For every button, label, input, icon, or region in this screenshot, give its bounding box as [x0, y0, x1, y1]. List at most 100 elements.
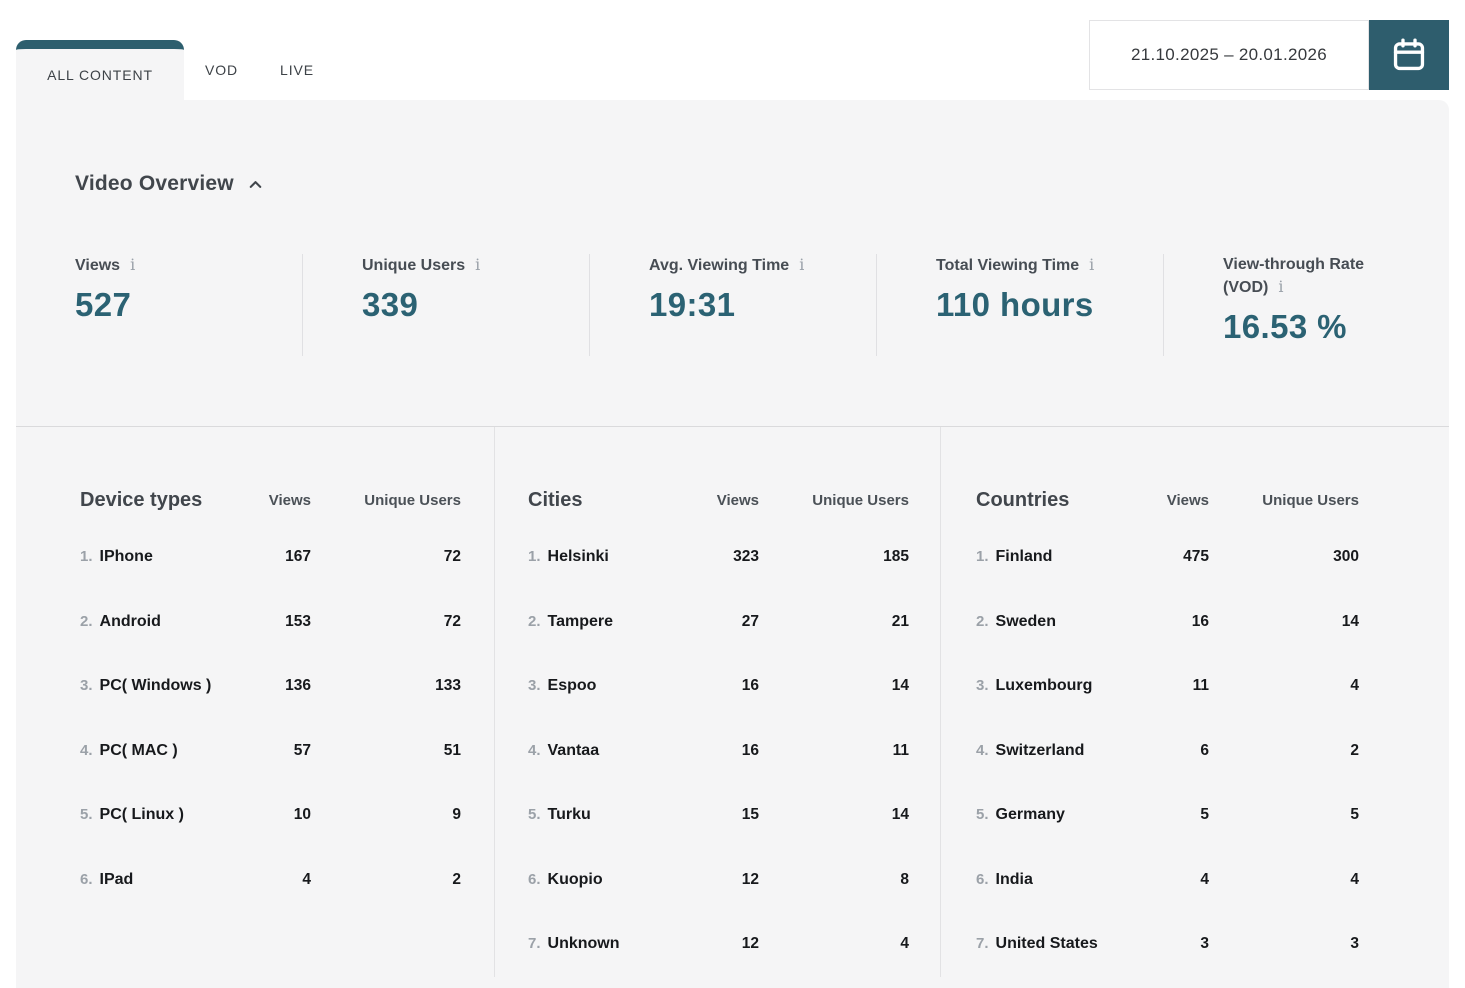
table-header: Device types Views Unique Users [80, 487, 461, 513]
row-name: Sweden [996, 613, 1056, 630]
row-name: Kuopio [548, 871, 603, 888]
row-name: IPhone [100, 548, 153, 565]
row-rank: 5. [528, 806, 541, 823]
row-name: Android [100, 613, 161, 630]
row-unique-users: 21 [759, 613, 909, 631]
row-unique-users: 51 [311, 742, 461, 760]
table-rows: 1.Finland 475 300 2.Sweden 16 14 3.Luxem… [976, 525, 1359, 977]
stats-row: Viewsi 527 Unique Usersi 339 Avg. Viewin… [75, 254, 1449, 426]
tab-all-content[interactable]: ALL CONTENT [16, 40, 184, 100]
row-name: Tampere [548, 613, 614, 630]
stat-label: View-through Rate (VOD) [1223, 256, 1364, 296]
table-row: 4.Switzerland 6 2 [976, 719, 1359, 784]
row-rank: 4. [528, 742, 541, 759]
row-unique-users: 5 [1209, 806, 1359, 824]
table-row: 2.Sweden 16 14 [976, 590, 1359, 655]
row-unique-users: 11 [759, 742, 909, 760]
info-icon[interactable]: i [799, 254, 804, 276]
table-row: 3.Espoo 16 14 [528, 654, 909, 719]
row-unique-users: 9 [311, 806, 461, 824]
stat-value: 110 hours [936, 286, 1163, 324]
row-rank: 2. [528, 613, 541, 630]
row-views: 5 [1112, 806, 1209, 824]
info-icon[interactable]: i [130, 254, 135, 276]
section-title: Video Overview [75, 172, 234, 196]
top-bar: ALL CONTENT VOD LIVE 21.10.2025 – 20.01.… [16, 0, 1449, 100]
stat-value: 16.53 % [1223, 308, 1449, 346]
row-views: 27 [662, 613, 759, 631]
row-name: Switzerland [996, 742, 1085, 759]
table-row: 2. Tampere 27 21 [528, 590, 909, 655]
calendar-icon [1390, 36, 1428, 74]
row-views: 136 [214, 677, 311, 695]
row-views: 16 [1112, 613, 1209, 631]
row-unique-users: 8 [759, 871, 909, 889]
table-rows: 1.IPhone 167 72 2.Android 153 72 3.PC( W… [80, 525, 461, 912]
main-panel: Video Overview Viewsi 527 Unique Usersi … [16, 100, 1449, 988]
row-rank: 3. [976, 677, 989, 694]
tab-vod[interactable]: VOD [184, 40, 259, 100]
row-unique-users: 72 [311, 613, 461, 631]
row-unique-users: 2 [311, 871, 461, 889]
table-row: 5.Germany 5 5 [976, 783, 1359, 848]
breakdown-tables: Device types Views Unique Users 1. IPhone… [16, 426, 1449, 977]
cities-table: Cities Views Unique Users 1.Helsinki 323… [495, 427, 941, 977]
video-overview-section: Video Overview Viewsi 527 Unique Usersi … [16, 100, 1449, 426]
tab-live[interactable]: LIVE [259, 40, 335, 100]
info-icon[interactable]: i [1278, 276, 1283, 298]
table-row: 6.IPad 4 2 [80, 848, 461, 913]
row-rank: 3. [528, 677, 541, 694]
stat-label: Total Viewing Time [936, 257, 1079, 274]
analytics-page: ALL CONTENT VOD LIVE 21.10.2025 – 20.01.… [0, 0, 1465, 988]
table-row: 5.PC( Linux ) 10 9 [80, 783, 461, 848]
row-rank: 5. [976, 806, 989, 823]
row-unique-users: 4 [1209, 871, 1359, 889]
row-unique-users: 72 [311, 548, 461, 566]
table-header: Countries Views Unique Users [976, 487, 1359, 513]
row-views: 167 [214, 548, 311, 566]
table-row: 1. IPhone 167 72 [80, 525, 461, 590]
table-row: 3.Luxembourg 11 4 [976, 654, 1359, 719]
column-views: Views [662, 492, 759, 509]
row-name: PC( Windows ) [100, 677, 212, 694]
column-unique-users: Unique Users [1209, 492, 1359, 509]
row-views: 153 [214, 613, 311, 631]
tab-all-content-label: ALL CONTENT [47, 67, 153, 83]
table-row: 3.PC( Windows ) 136 133 [80, 654, 461, 719]
row-unique-users: 185 [759, 548, 909, 566]
info-icon[interactable]: i [475, 254, 480, 276]
chevron-up-icon [246, 175, 265, 194]
row-views: 12 [662, 935, 759, 953]
stat-views: Viewsi 527 [75, 254, 303, 356]
row-name: Vantaa [548, 742, 600, 759]
row-views: 16 [662, 677, 759, 695]
video-overview-header[interactable]: Video Overview [75, 172, 1449, 196]
row-rank: 2. [976, 613, 989, 630]
row-views: 16 [662, 742, 759, 760]
table-row: 7.United States 3 3 [976, 912, 1359, 977]
row-rank: 1. [80, 548, 93, 565]
row-rank: 6. [976, 871, 989, 888]
table-title: Countries [976, 489, 1112, 512]
row-views: 10 [214, 806, 311, 824]
stat-label: Views [75, 257, 120, 274]
stat-view-through-rate: View-through Rate (VOD)i 16.53 % [1164, 254, 1449, 356]
row-unique-users: 4 [1209, 677, 1359, 695]
calendar-button[interactable] [1369, 20, 1449, 90]
info-icon[interactable]: i [1089, 254, 1094, 276]
stat-total-viewing-time: Total Viewing Time i 110 hours [877, 254, 1164, 356]
stat-avg-viewing-time: Avg. Viewing Timei 19:31 [590, 254, 877, 356]
row-views: 475 [1112, 548, 1209, 566]
row-rank: 4. [80, 742, 93, 759]
table-row: 4.PC( MAC ) 57 51 [80, 719, 461, 784]
stat-label: Unique Users [362, 257, 465, 274]
row-name: United States [996, 935, 1098, 952]
date-range-value[interactable]: 21.10.2025 – 20.01.2026 [1089, 20, 1369, 90]
row-rank: 1. [528, 548, 541, 565]
row-views: 3 [1112, 935, 1209, 953]
row-rank: 6. [80, 871, 93, 888]
stat-unique-users: Unique Usersi 339 [303, 254, 590, 356]
row-name: Luxembourg [996, 677, 1093, 694]
table-rows: 1.Helsinki 323 185 2.Tampere 27 21 3.Esp… [528, 525, 909, 977]
row-unique-users: 133 [311, 677, 461, 695]
